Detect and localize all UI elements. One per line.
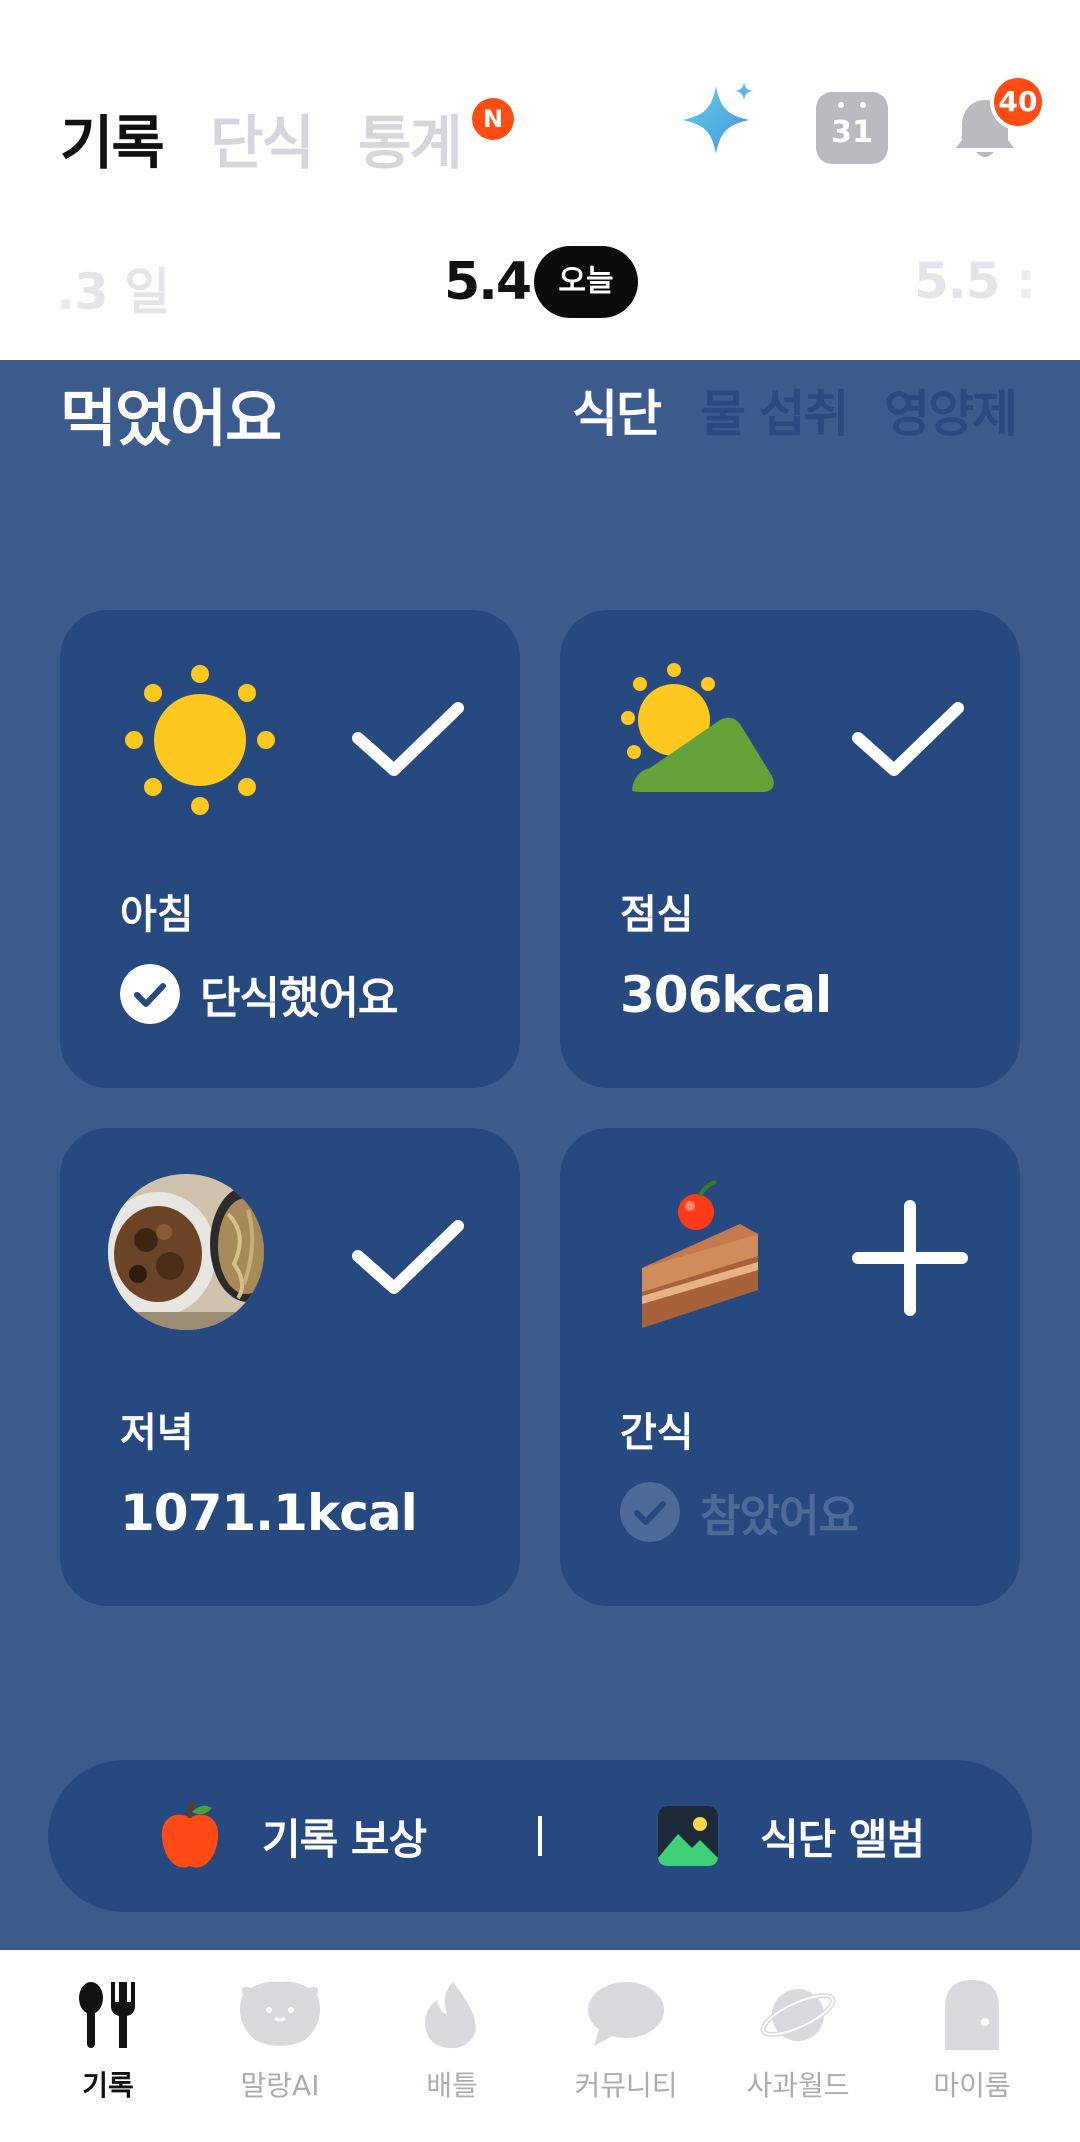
sparkle-icon[interactable] <box>676 78 766 168</box>
meal-card-snack[interactable]: 간식 참았어요 <box>560 1128 1020 1606</box>
segment-water[interactable]: 물 섭취 <box>700 374 849 446</box>
record-reward-label: 기록 보상 <box>262 1814 427 1864</box>
calendar-icon[interactable]: 31 <box>816 92 888 164</box>
nav-item-battle[interactable]: 배틀 <box>372 1980 532 2130</box>
meal-label: 점심 <box>620 892 694 938</box>
tab-fasting[interactable]: 단식 <box>210 96 315 180</box>
nav-label: 말랑AI <box>240 2069 320 2102</box>
cake-icon <box>642 1180 758 1328</box>
fade-left <box>0 240 80 320</box>
segment-diet[interactable]: 식단 <box>572 374 662 446</box>
chat-bubble-icon <box>588 1982 664 2046</box>
fade-right <box>1000 240 1080 320</box>
tab-stats[interactable]: 통계 <box>358 96 463 180</box>
diet-album-label: 식단 앨범 <box>760 1814 925 1864</box>
nav-label: 배틀 <box>426 2069 478 2102</box>
date-selector[interactable]: .3 일 5.4 오늘 5.5 : <box>0 240 1080 321</box>
nav-item-apple-world[interactable]: 사과월드 <box>718 1980 878 2130</box>
meal-card-lunch[interactable]: 점심 306kcal <box>560 610 1020 1088</box>
flame-icon <box>425 1982 476 2049</box>
segment-supplements[interactable]: 영양제 <box>884 374 1018 446</box>
bottom-nav: 기록 말랑AI 배틀 커뮤니티 사과월드 마이룸 <box>0 1950 1080 2142</box>
meal-kcal: 306kcal <box>620 966 832 1024</box>
meal-label: 간식 <box>620 1410 694 1456</box>
app-header: 기록 단식 통계 N 31 40 .3 일 5.4 오늘 5.5 : <box>0 0 1080 360</box>
sun-mountain-icon <box>621 663 774 792</box>
date-current: 5.4 <box>444 252 532 312</box>
today-badge[interactable]: 오늘 <box>534 246 638 318</box>
album-icon <box>658 1806 718 1866</box>
apple-icon <box>161 1800 219 1868</box>
nav-label: 사과월드 <box>746 2069 850 2102</box>
status-text: 단식했어요 <box>200 973 398 1024</box>
meal-label: 저녁 <box>120 1410 194 1456</box>
check-icon[interactable] <box>350 1198 470 1318</box>
nav-item-mallang-ai[interactable]: 말랑AI <box>200 1980 360 2130</box>
add-icon[interactable] <box>850 1198 970 1318</box>
check-icon[interactable] <box>350 680 470 800</box>
divider <box>538 1816 542 1856</box>
door-icon <box>945 1980 999 2050</box>
record-reward-button[interactable]: 기록 보상 <box>158 1796 427 1876</box>
section-heading: 먹었어요 <box>60 382 282 455</box>
tab-record[interactable]: 기록 <box>60 96 165 180</box>
check-circle-icon <box>120 964 180 1024</box>
diet-panel: 먹었어요 식단 물 섭취 영양제 아침 단식했어요 점심 306kcal 저녁 … <box>0 360 1080 1950</box>
fasted-status: 단식했어요 <box>120 964 398 1024</box>
nav-label: 마이룸 <box>933 2069 1011 2102</box>
mallang-face-icon <box>239 1981 321 2046</box>
notification-count-badge: 40 <box>990 74 1046 130</box>
nav-item-record[interactable]: 기록 <box>28 1980 188 2130</box>
check-icon[interactable] <box>850 680 970 800</box>
resisted-status[interactable]: 참았어요 <box>620 1482 859 1542</box>
status-text: 참았어요 <box>700 1491 859 1542</box>
food-photo[interactable] <box>108 1174 264 1330</box>
diet-album-button[interactable]: 식단 앨범 <box>656 1796 925 1876</box>
check-circle-icon <box>620 1482 680 1542</box>
meal-label: 아침 <box>120 892 194 938</box>
nav-item-community[interactable]: 커뮤니티 <box>546 1980 706 2130</box>
new-badge: N <box>472 98 514 140</box>
meal-card-dinner[interactable]: 저녁 1071.1kcal <box>60 1128 520 1606</box>
quick-links-bar: 기록 보상 식단 앨범 <box>48 1760 1032 1912</box>
nav-item-my-room[interactable]: 마이룸 <box>892 1980 1052 2130</box>
sun-icon <box>125 665 275 815</box>
meal-kcal: 1071.1kcal <box>120 1484 418 1542</box>
planet-icon <box>760 1989 836 2041</box>
meal-card-breakfast[interactable]: 아침 단식했어요 <box>60 610 520 1088</box>
nav-label: 커뮤니티 <box>574 2069 678 2102</box>
nav-label: 기록 <box>82 2069 134 2102</box>
fork-spoon-icon <box>79 1982 135 2048</box>
